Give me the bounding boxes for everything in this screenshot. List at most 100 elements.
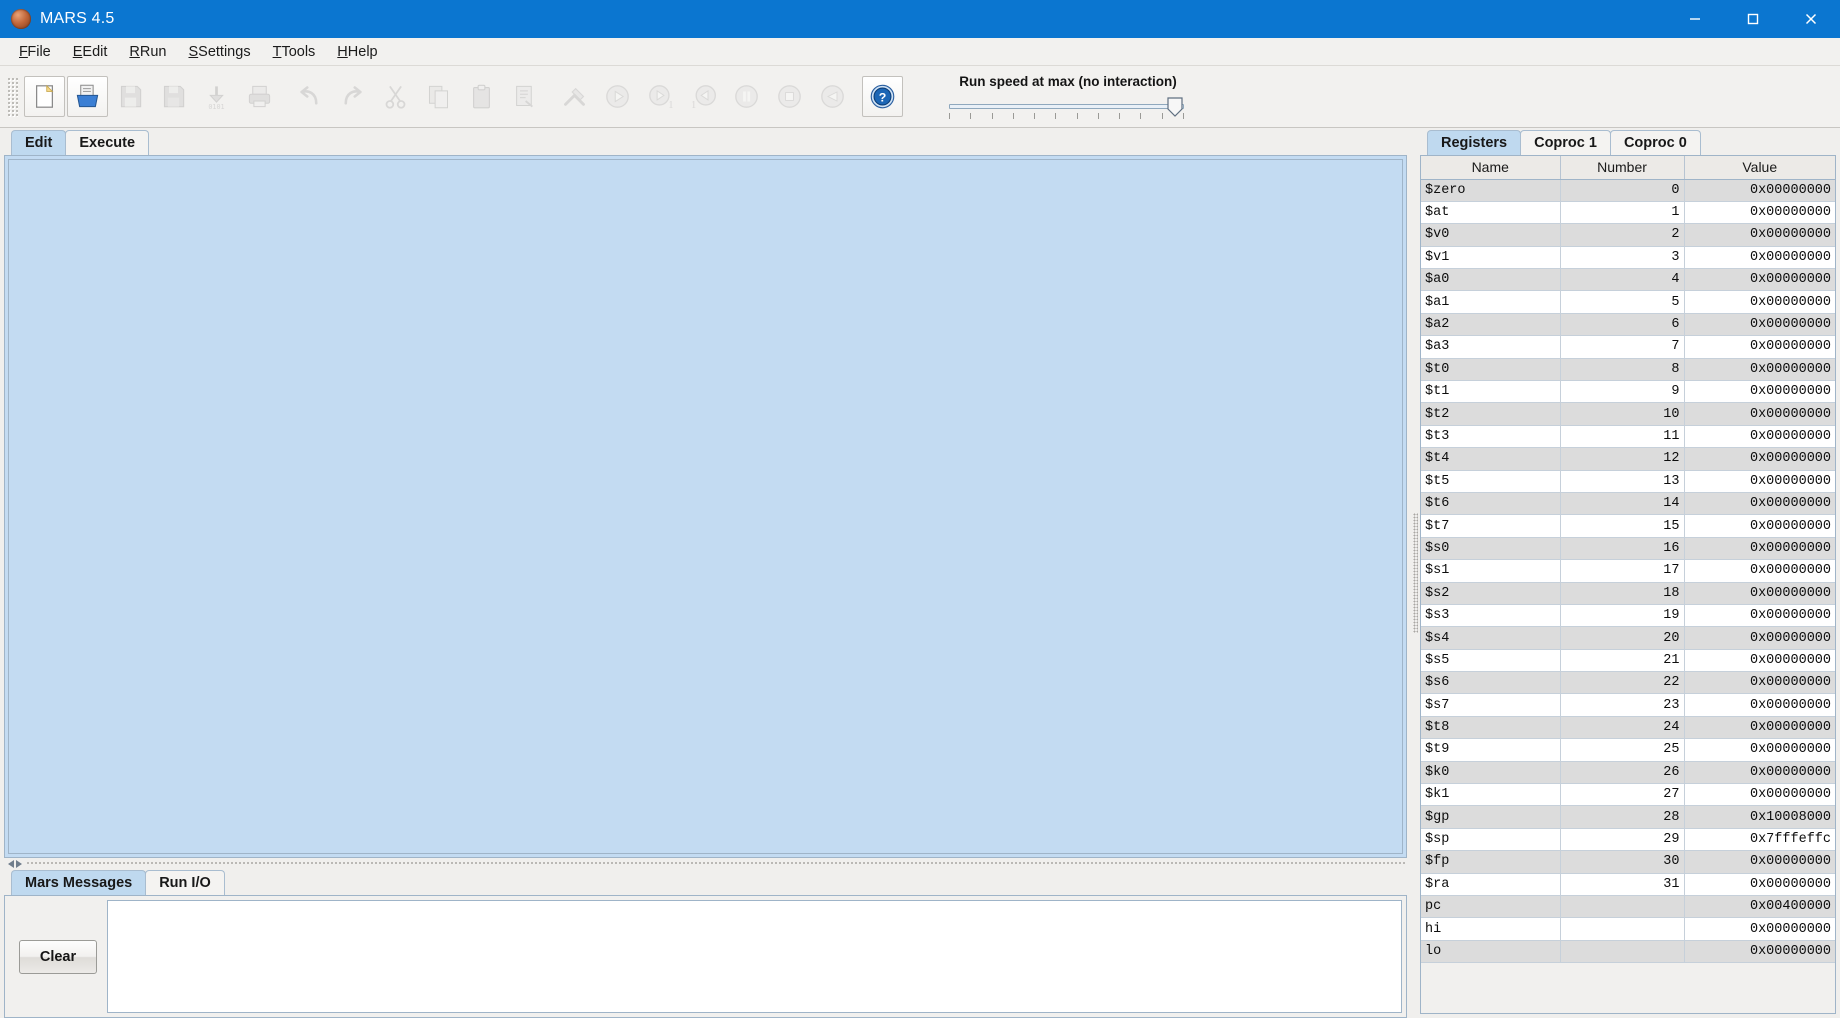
table-row[interactable]: $zero 0 0x00000000 xyxy=(1421,179,1835,202)
reset-button[interactable] xyxy=(812,76,853,117)
table-row[interactable]: $s6 22 0x00000000 xyxy=(1421,671,1835,695)
open-file-button[interactable] xyxy=(67,76,108,117)
register-value-cell[interactable]: 0x00000000 xyxy=(1684,425,1835,449)
register-value-cell[interactable]: 0x00000000 xyxy=(1684,716,1835,740)
register-value-cell[interactable]: 0x00000000 xyxy=(1684,761,1835,785)
collapse-down-icon[interactable] xyxy=(16,859,22,868)
tab-run-io[interactable]: Run I/O xyxy=(145,870,225,895)
stop-button[interactable] xyxy=(769,76,810,117)
register-value-cell[interactable]: 0x00000000 xyxy=(1684,873,1835,897)
register-value-cell[interactable]: 0x00000000 xyxy=(1684,246,1835,270)
table-row[interactable]: $a3 7 0x00000000 xyxy=(1421,335,1835,359)
undo-button[interactable] xyxy=(289,76,330,117)
tab-coproc1[interactable]: Coproc 1 xyxy=(1520,130,1611,155)
tab-execute[interactable]: Execute xyxy=(65,130,150,155)
table-row[interactable]: $s5 21 0x00000000 xyxy=(1421,649,1835,673)
print-button[interactable] xyxy=(239,76,280,117)
tab-coproc0[interactable]: Coproc 0 xyxy=(1609,130,1701,155)
register-value-cell[interactable]: 0x10008000 xyxy=(1684,805,1835,829)
toolbar-drag-handle[interactable] xyxy=(7,76,18,117)
editor-canvas[interactable] xyxy=(8,159,1403,854)
horizontal-split-divider[interactable] xyxy=(4,859,1407,868)
table-row[interactable]: $s7 23 0x00000000 xyxy=(1421,693,1835,717)
register-value-cell[interactable]: 0x00000000 xyxy=(1684,447,1835,471)
table-row[interactable]: $at 1 0x00000000 xyxy=(1421,201,1835,225)
register-value-cell[interactable]: 0x00000000 xyxy=(1684,649,1835,673)
maximize-button[interactable] xyxy=(1724,0,1782,38)
register-value-cell[interactable]: 0x00000000 xyxy=(1684,693,1835,717)
close-button[interactable] xyxy=(1782,0,1840,38)
find-replace-button[interactable] xyxy=(504,76,545,117)
register-value-cell[interactable]: 0x00000000 xyxy=(1684,537,1835,561)
register-value-cell[interactable]: 0x00000000 xyxy=(1684,917,1835,941)
table-row[interactable]: $s1 17 0x00000000 xyxy=(1421,559,1835,583)
table-row[interactable]: $k1 27 0x00000000 xyxy=(1421,783,1835,807)
register-value-cell[interactable]: 0x00000000 xyxy=(1684,268,1835,292)
table-row[interactable]: $s4 20 0x00000000 xyxy=(1421,626,1835,650)
table-row[interactable]: $k0 26 0x00000000 xyxy=(1421,761,1835,785)
table-row[interactable]: $a1 5 0x00000000 xyxy=(1421,290,1835,314)
table-row[interactable]: $a2 6 0x00000000 xyxy=(1421,313,1835,337)
register-value-cell[interactable]: 0x00000000 xyxy=(1684,559,1835,583)
tab-mars-messages[interactable]: Mars Messages xyxy=(11,870,147,895)
table-row[interactable]: $t4 12 0x00000000 xyxy=(1421,447,1835,471)
menu-file[interactable]: FFile xyxy=(8,41,62,63)
table-row[interactable]: $t0 8 0x00000000 xyxy=(1421,358,1835,382)
table-row[interactable]: $t3 11 0x00000000 xyxy=(1421,425,1835,449)
run-speed-slider[interactable] xyxy=(949,96,1184,122)
table-row[interactable]: $v0 2 0x00000000 xyxy=(1421,223,1835,247)
table-row[interactable]: $t5 13 0x00000000 xyxy=(1421,470,1835,493)
paste-button[interactable] xyxy=(461,76,502,117)
collapse-up-icon[interactable] xyxy=(8,859,14,868)
table-row[interactable]: $s3 19 0x00000000 xyxy=(1421,604,1835,628)
register-value-cell[interactable]: 0x00000000 xyxy=(1684,626,1835,650)
messages-text-area[interactable] xyxy=(107,900,1402,1013)
tab-edit[interactable]: Edit xyxy=(11,130,67,155)
register-value-cell[interactable]: 0x7fffeffc xyxy=(1684,828,1835,852)
table-row[interactable]: $v1 3 0x00000000 xyxy=(1421,246,1835,270)
split-expand-arrows[interactable] xyxy=(8,859,22,868)
new-file-button[interactable] xyxy=(24,76,65,117)
register-value-cell[interactable]: 0x00000000 xyxy=(1684,940,1835,964)
register-value-cell[interactable]: 0x00000000 xyxy=(1684,671,1835,695)
register-value-cell[interactable]: 0x00000000 xyxy=(1684,492,1835,516)
register-value-cell[interactable]: 0x00400000 xyxy=(1684,895,1835,919)
table-row[interactable]: lo 0x00000000 xyxy=(1421,940,1835,964)
pause-button[interactable] xyxy=(726,76,767,117)
register-value-cell[interactable]: 0x00000000 xyxy=(1684,514,1835,538)
column-header-value[interactable]: Value xyxy=(1684,156,1835,180)
register-value-cell[interactable]: 0x00000000 xyxy=(1684,358,1835,382)
tab-registers[interactable]: Registers xyxy=(1427,130,1522,155)
register-value-cell[interactable]: 0x00000000 xyxy=(1684,335,1835,359)
menu-settings[interactable]: SSettings xyxy=(178,41,262,63)
table-row[interactable]: $s0 16 0x00000000 xyxy=(1421,537,1835,561)
register-value-cell[interactable]: 0x00000000 xyxy=(1684,201,1835,225)
register-value-cell[interactable]: 0x00000000 xyxy=(1684,223,1835,247)
step-backward-button[interactable]: 1 xyxy=(683,76,724,117)
table-row[interactable]: $t9 25 0x00000000 xyxy=(1421,738,1835,762)
column-header-number[interactable]: Number xyxy=(1560,156,1685,180)
column-header-name[interactable]: Name xyxy=(1421,156,1561,180)
save-as-button[interactable] xyxy=(153,76,194,117)
cut-button[interactable] xyxy=(375,76,416,117)
step-forward-button[interactable]: 1 xyxy=(640,76,681,117)
menu-tools[interactable]: TTools xyxy=(262,41,327,63)
menu-edit[interactable]: EEdit xyxy=(62,41,119,63)
table-row[interactable]: $t8 24 0x00000000 xyxy=(1421,716,1835,740)
table-row[interactable]: hi 0x00000000 xyxy=(1421,917,1835,941)
assemble-button[interactable] xyxy=(554,76,595,117)
register-value-cell[interactable]: 0x00000000 xyxy=(1684,290,1835,314)
table-row[interactable]: $t7 15 0x00000000 xyxy=(1421,514,1835,538)
table-row[interactable]: $fp 30 0x00000000 xyxy=(1421,850,1835,874)
dump-memory-button[interactable]: 0101 xyxy=(196,76,237,117)
table-row[interactable]: $a0 4 0x00000000 xyxy=(1421,268,1835,292)
redo-button[interactable] xyxy=(332,76,373,117)
copy-button[interactable] xyxy=(418,76,459,117)
run-speed-slider-thumb[interactable] xyxy=(1167,97,1183,117)
table-row[interactable]: $t6 14 0x00000000 xyxy=(1421,492,1835,516)
table-row[interactable]: $gp 28 0x10008000 xyxy=(1421,805,1835,829)
menu-run[interactable]: RRun xyxy=(118,41,177,63)
register-value-cell[interactable]: 0x00000000 xyxy=(1684,783,1835,807)
minimize-button[interactable] xyxy=(1666,0,1724,38)
register-value-cell[interactable]: 0x00000000 xyxy=(1684,313,1835,337)
